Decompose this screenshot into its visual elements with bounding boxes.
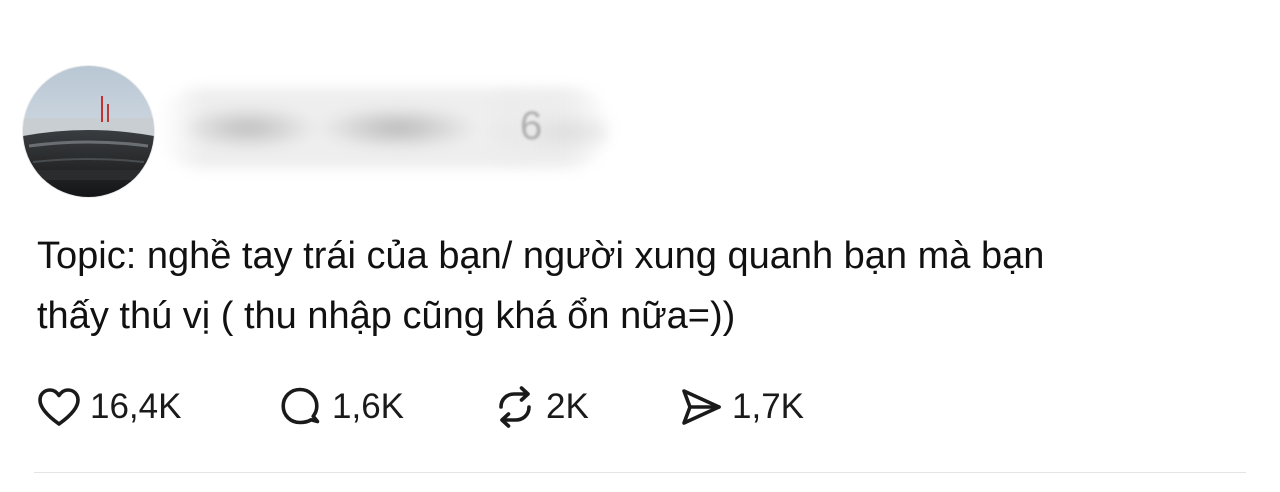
heart-icon [34,382,84,432]
timestamp-blur-overlay [500,96,596,156]
post-card: 6 Topic: nghề tay trái của bạn/ người xu… [0,0,1280,492]
send-icon [676,382,726,432]
reply-button[interactable]: 1,6K [276,382,490,432]
post-text-line: thấy thú vị ( thu nhập cũng khá ổn nữa=)… [37,295,736,337]
share-count: 1,7K [732,387,804,426]
repost-icon [490,382,540,432]
like-button[interactable]: 16,4K [34,382,276,432]
avatar-image [23,66,154,197]
reply-count: 1,6K [332,387,404,426]
like-count: 16,4K [90,387,182,426]
avatar[interactable] [23,66,154,197]
speech-bubble-icon [276,382,326,432]
post-timestamp: 6 [520,104,545,148]
action-bar: 16,4K 1,6K 2K 1,7K [34,382,804,432]
repost-button[interactable]: 2K [490,382,676,432]
repost-count: 2K [546,387,589,426]
post-text-line: Topic: nghề tay trái của bạn/ người xung… [37,235,1045,277]
share-button[interactable]: 1,7K [676,382,804,432]
post-divider [34,472,1246,473]
post-text: Topic: nghề tay trái của bạn/ người xung… [37,226,1257,346]
